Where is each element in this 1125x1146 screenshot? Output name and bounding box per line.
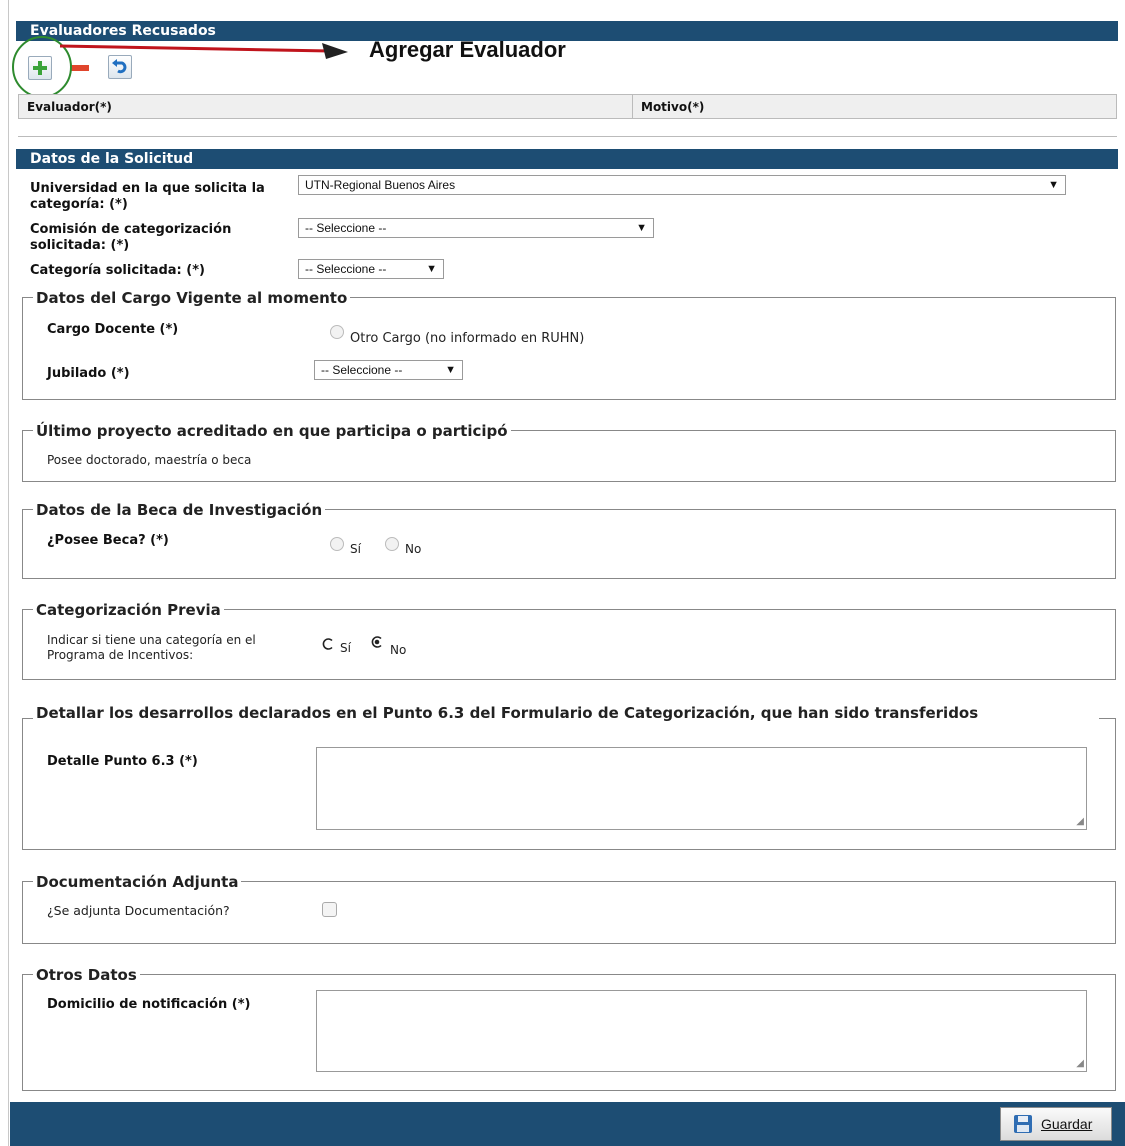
- save-button[interactable]: Guardar: [1000, 1107, 1112, 1141]
- page-left-border: [8, 0, 9, 1146]
- radio-empty-icon: [322, 638, 333, 650]
- resize-grip-icon: ◢: [1076, 1058, 1084, 1069]
- beca-si-radio[interactable]: [330, 537, 344, 551]
- jubilado-label: Jubilado (*): [47, 366, 130, 381]
- evaluadores-table-header: Evaluador(*) Motivo(*): [18, 94, 1117, 119]
- desarrollos-legend: Detallar los desarrollos declarados en e…: [33, 703, 1099, 723]
- chevron-down-icon: ▼: [426, 263, 437, 275]
- beca-no-radio[interactable]: [385, 537, 399, 551]
- resize-grip-icon: ◢: [1076, 816, 1084, 827]
- annotation-label: Agregar Evaluador: [369, 37, 566, 62]
- col-evaluador: Evaluador(*): [27, 100, 112, 114]
- previa-no-label: No: [390, 643, 407, 657]
- jubilado-select[interactable]: -- Seleccione -- ▼: [314, 360, 463, 380]
- floppy-disk-icon: [1014, 1115, 1032, 1133]
- comision-value: -- Seleccione --: [305, 221, 387, 235]
- domicilio-label: Domicilio de notificación (*): [47, 997, 251, 1012]
- annotation-arrow-line: [59, 44, 331, 53]
- beca-si-label: Sí: [350, 542, 361, 556]
- jubilado-value: -- Seleccione --: [321, 363, 403, 377]
- documentacion-legend: Documentación Adjunta: [33, 872, 242, 892]
- otros-legend: Otros Datos: [33, 965, 140, 985]
- previa-si-radio[interactable]: [322, 638, 334, 650]
- footer-bar: [10, 1102, 1125, 1146]
- cargo-docente-label: Cargo Docente (*): [47, 322, 179, 337]
- categoria-label: Categoría solicitada: (*): [30, 263, 205, 278]
- domicilio-textarea[interactable]: ◢: [316, 990, 1087, 1072]
- previa-si-label: Sí: [340, 641, 351, 655]
- detalle-punto-textarea[interactable]: ◢: [316, 747, 1087, 830]
- universidad-value: UTN-Regional Buenos Aires: [305, 178, 456, 192]
- posee-beca-label: ¿Posee Beca? (*): [47, 533, 169, 548]
- previa-label: Indicar si tiene una categoría en el Pro…: [47, 633, 256, 662]
- col-divider: [632, 95, 633, 118]
- otro-cargo-label: Otro Cargo (no informado en RUHN): [350, 331, 585, 346]
- radio-selected-icon: [371, 636, 382, 648]
- chevron-down-icon: ▼: [636, 222, 647, 234]
- detalle-punto-label: Detalle Punto 6.3 (*): [47, 754, 198, 769]
- cargo-fieldset: [22, 297, 1116, 400]
- categoria-value: -- Seleccione --: [305, 262, 387, 276]
- universidad-select[interactable]: UTN-Regional Buenos Aires ▼: [298, 175, 1066, 195]
- annotation-arrow-head: [322, 43, 348, 59]
- comision-select[interactable]: -- Seleccione -- ▼: [298, 218, 654, 238]
- universidad-label: Universidad en la que solicita la catego…: [30, 181, 265, 212]
- previa-no-radio[interactable]: [371, 636, 383, 648]
- previa-legend: Categorización Previa: [33, 600, 224, 620]
- chevron-down-icon: ▼: [445, 364, 456, 376]
- comision-label: Comisión de categorización solicitada: (…: [30, 222, 232, 253]
- col-motivo: Motivo(*): [641, 100, 705, 114]
- beca-no-label: No: [405, 542, 422, 556]
- cargo-legend: Datos del Cargo Vigente al momento: [33, 288, 351, 308]
- proyecto-text: Posee doctorado, maestría o beca: [47, 453, 252, 467]
- save-label: Guardar: [1041, 1116, 1093, 1132]
- solicitud-section-header: Datos de la Solicitud: [16, 149, 1118, 169]
- section-divider: [18, 136, 1117, 137]
- categoria-select[interactable]: -- Seleccione -- ▼: [298, 259, 444, 279]
- chevron-down-icon: ▼: [1048, 179, 1059, 191]
- documentacion-checkbox[interactable]: [322, 902, 337, 917]
- otro-cargo-radio[interactable]: [330, 325, 344, 339]
- documentacion-label: ¿Se adjunta Documentación?: [47, 903, 230, 918]
- proyecto-legend: Último proyecto acreditado en que partic…: [33, 421, 511, 441]
- solicitud-title: Datos de la Solicitud: [30, 151, 194, 167]
- beca-legend: Datos de la Beca de Investigación: [33, 500, 326, 520]
